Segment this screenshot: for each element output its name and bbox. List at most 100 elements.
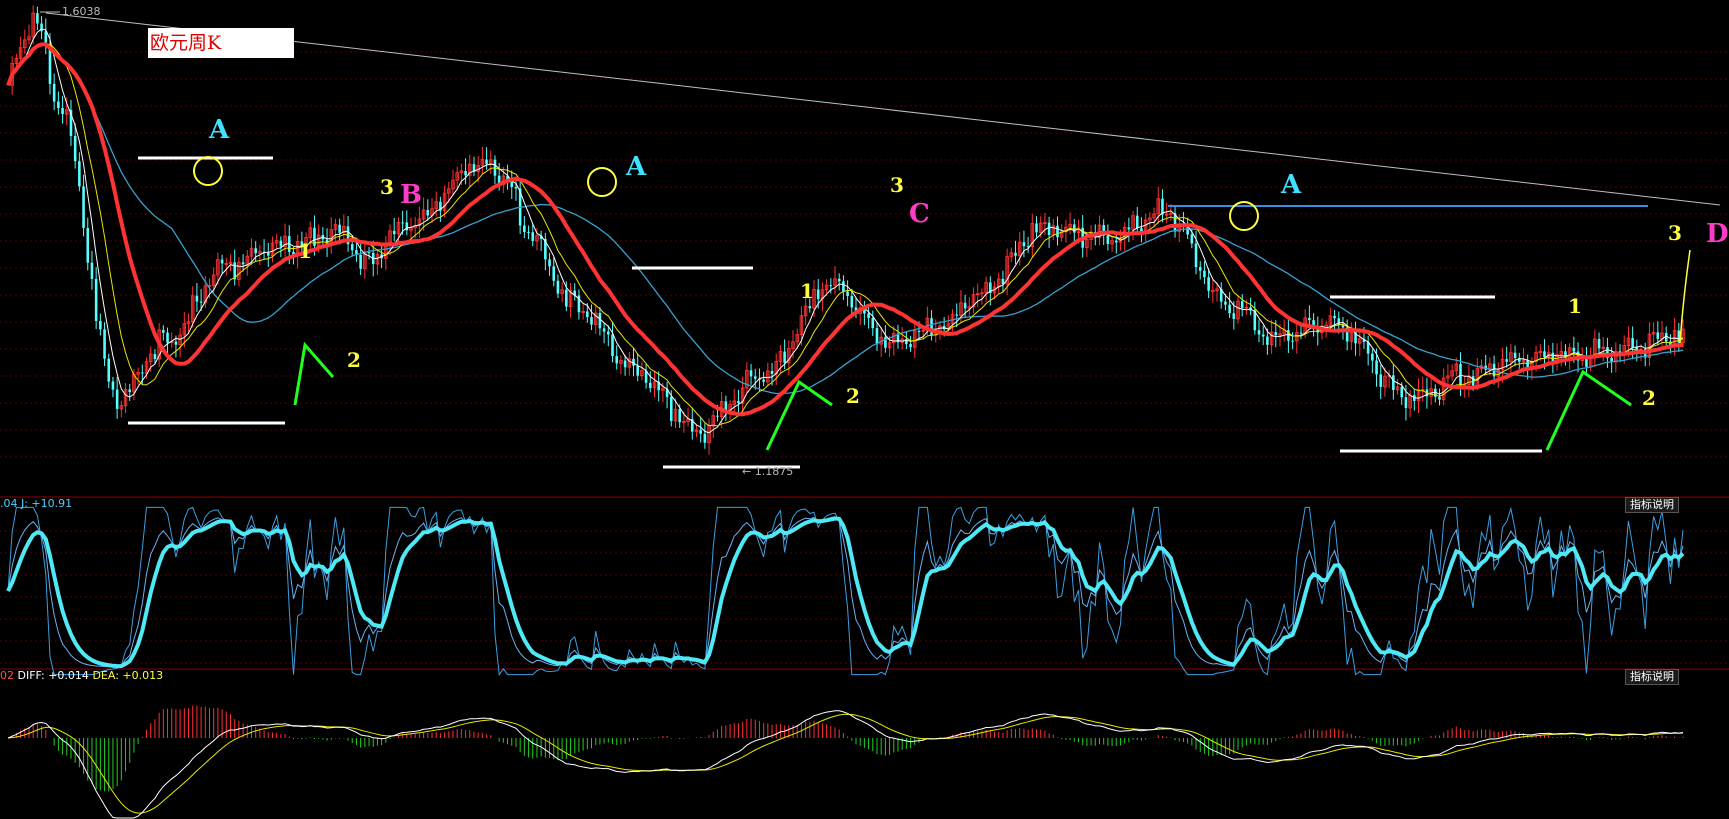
candle-body-down bbox=[141, 372, 144, 374]
candle-body-down bbox=[52, 83, 56, 102]
candle-body-down bbox=[523, 225, 526, 232]
ma-cyan-line bbox=[7, 43, 1684, 395]
candle-body-down bbox=[107, 358, 111, 382]
green-wave-stroke bbox=[765, 379, 833, 451]
candle-body-down bbox=[783, 351, 786, 363]
candle-body-down bbox=[531, 232, 535, 241]
kdj-panel bbox=[0, 506, 1729, 676]
wave-label-3: 3 bbox=[890, 173, 904, 197]
candle-body-down bbox=[1291, 340, 1294, 342]
green-wave-stroke bbox=[293, 341, 335, 406]
candle-body-down bbox=[955, 314, 959, 316]
candle-body-down bbox=[648, 382, 652, 388]
candle-body-down bbox=[749, 370, 753, 377]
candle-body-down bbox=[1114, 240, 1118, 243]
projection-stroke bbox=[1679, 249, 1691, 344]
candle-body-down bbox=[552, 266, 556, 281]
candle-body-down bbox=[842, 281, 845, 292]
wave-label-B: B bbox=[400, 180, 422, 210]
candle-body-down bbox=[1228, 304, 1231, 314]
candle-body-down bbox=[615, 356, 619, 364]
candle-body-down bbox=[166, 332, 169, 343]
candle-body-down bbox=[367, 252, 371, 254]
candle-body-down bbox=[1438, 396, 1441, 400]
candle-body-down bbox=[392, 230, 396, 235]
candle-body-down bbox=[829, 285, 833, 287]
candle-body-down bbox=[837, 278, 841, 282]
macd-panel bbox=[7, 705, 1684, 819]
circle-marker bbox=[587, 167, 617, 197]
candle-body-down bbox=[1333, 315, 1336, 319]
candle-body-down bbox=[590, 317, 593, 325]
candle-body-down bbox=[111, 381, 115, 390]
candle-body-down bbox=[485, 159, 488, 165]
wave-label-2: 2 bbox=[846, 384, 860, 408]
wave-label-A: A bbox=[1280, 170, 1302, 200]
candle-body-down bbox=[1274, 332, 1278, 336]
candle-body-down bbox=[401, 222, 404, 224]
candle-body-down bbox=[917, 330, 921, 332]
candle-body-down bbox=[153, 354, 157, 359]
macd-explain-button[interactable]: 指标说明 bbox=[1625, 669, 1679, 685]
candle-body-down bbox=[350, 244, 354, 251]
candle-body-down bbox=[78, 161, 81, 187]
candle-body-down bbox=[94, 278, 98, 321]
candle-body-down bbox=[1106, 235, 1110, 244]
candle-body-down bbox=[1232, 313, 1236, 319]
candle-body-down bbox=[909, 344, 912, 348]
candle-body-down bbox=[753, 376, 757, 379]
candle-body-down bbox=[1127, 227, 1131, 230]
candle-body-down bbox=[1224, 301, 1227, 305]
price-grid bbox=[0, 51, 1729, 670]
candle-body-down bbox=[1207, 277, 1210, 291]
candle-body-down bbox=[1308, 317, 1311, 321]
candle-body-down bbox=[1135, 215, 1139, 229]
candle-body-down bbox=[1597, 339, 1601, 349]
candle-body-down bbox=[636, 365, 639, 376]
macd-diff-line bbox=[7, 710, 1684, 819]
candle-body-down bbox=[867, 313, 870, 319]
descending-trendline bbox=[45, 12, 1721, 206]
candle-body-down bbox=[1261, 334, 1265, 337]
wave-label-1: 1 bbox=[800, 279, 814, 303]
candle-body-down bbox=[1379, 374, 1383, 387]
ma-yellow-line bbox=[7, 43, 1684, 427]
candle-body-down bbox=[871, 318, 875, 329]
macd-dea: DEA: +0.013 bbox=[92, 669, 164, 682]
candle-body-down bbox=[36, 13, 39, 24]
candle-body-down bbox=[195, 295, 199, 302]
candle-body-down bbox=[464, 170, 467, 176]
candle-body-down bbox=[266, 252, 270, 256]
candle-body-down bbox=[598, 313, 602, 329]
macd-header: 02 DIFF: +0.014 DEA: +0.013 bbox=[0, 669, 163, 683]
candle-body-down bbox=[199, 301, 203, 303]
candle-body-down bbox=[963, 302, 967, 309]
candle-body-down bbox=[762, 379, 765, 382]
candle-body-down bbox=[586, 311, 589, 318]
candle-body-down bbox=[678, 409, 681, 423]
candle-body-down bbox=[1047, 222, 1051, 236]
candle-body-down bbox=[602, 328, 606, 332]
candle-body-down bbox=[359, 254, 362, 269]
candle-body-down bbox=[527, 231, 530, 233]
candle-body-down bbox=[808, 306, 812, 309]
candle-body-down bbox=[174, 341, 178, 345]
wave-label-1: 1 bbox=[298, 239, 312, 263]
candle-body-down bbox=[737, 400, 740, 404]
candle-body-down bbox=[669, 397, 673, 421]
candle-body-down bbox=[61, 108, 64, 115]
candle-body-down bbox=[254, 248, 257, 254]
candle-body-down bbox=[770, 370, 774, 374]
candle-body-down bbox=[556, 280, 560, 294]
chart-title-tag: 欧元周K bbox=[148, 28, 294, 58]
candle-body-down bbox=[1056, 225, 1059, 238]
candle-body-down bbox=[241, 262, 245, 265]
wave-label-2: 2 bbox=[347, 348, 361, 372]
candle-body-down bbox=[338, 224, 341, 233]
kdj-explain-button[interactable]: 指标说明 bbox=[1625, 497, 1679, 513]
candle-body-down bbox=[1371, 353, 1374, 361]
candle-body-down bbox=[1404, 397, 1408, 408]
price-high-label: 1.6038 bbox=[62, 5, 101, 18]
candle-body-down bbox=[57, 101, 60, 109]
macd-diff: DIFF: +0.014 bbox=[17, 669, 89, 682]
